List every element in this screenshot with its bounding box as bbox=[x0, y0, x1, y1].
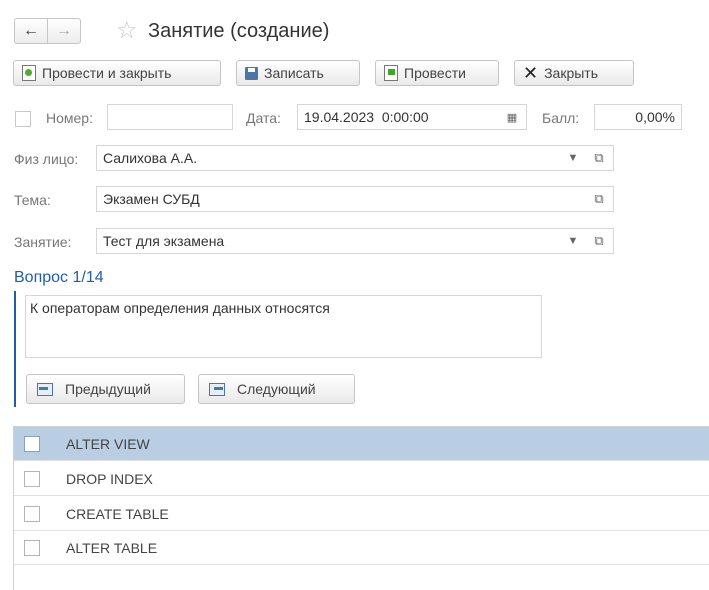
save-button[interactable]: Записать bbox=[236, 60, 360, 86]
question-text-box[interactable]: К операторам определения данных относятс… bbox=[25, 295, 542, 358]
arrow-right-box-icon bbox=[209, 382, 225, 396]
answer-row[interactable]: ALTER TABLE bbox=[14, 531, 709, 565]
previous-label: Предыдущий bbox=[65, 381, 151, 397]
arrow-right-icon: → bbox=[56, 22, 72, 39]
number-checkbox[interactable] bbox=[15, 111, 31, 127]
person-value: Салихова А.А. bbox=[103, 150, 198, 166]
answer-row[interactable]: CREATE TABLE bbox=[14, 497, 709, 531]
topic-label: Тема: bbox=[14, 192, 51, 208]
answer-row[interactable]: DROP INDEX bbox=[14, 462, 709, 496]
dropdown-arrow-icon[interactable]: ▼ bbox=[563, 146, 583, 170]
person-field[interactable]: Салихова А.А. ▼ ⧉ bbox=[96, 145, 614, 171]
calendar-icon[interactable]: ▦ bbox=[502, 105, 522, 129]
arrow-left-box-icon bbox=[37, 382, 53, 396]
open-link-icon[interactable]: ⧉ bbox=[589, 187, 609, 211]
dropdown-arrow-icon[interactable]: ▼ bbox=[563, 229, 583, 253]
topic-field[interactable]: Экзамен СУБД ⧉ bbox=[96, 186, 614, 212]
answer-text: CREATE TABLE bbox=[66, 506, 169, 522]
open-link-icon[interactable]: ⧉ bbox=[589, 146, 609, 170]
close-icon: ✕ bbox=[523, 62, 539, 83]
floppy-icon bbox=[245, 66, 258, 80]
open-link-icon[interactable]: ⧉ bbox=[589, 229, 609, 253]
answer-text: ALTER TABLE bbox=[66, 540, 158, 556]
answer-text: ALTER VIEW bbox=[66, 436, 150, 452]
date-value: 19.04.2023 0:00:00 bbox=[304, 109, 429, 125]
forward-button[interactable]: → bbox=[47, 18, 81, 44]
post-and-close-label: Провести и закрыть bbox=[42, 65, 172, 81]
post-document-icon bbox=[384, 65, 398, 81]
post-and-close-button[interactable]: Провести и закрыть bbox=[13, 60, 221, 86]
score-value: 0,00% bbox=[635, 109, 675, 125]
next-button[interactable]: Следующий bbox=[198, 374, 355, 404]
lesson-field[interactable]: Тест для экзамена ▼ ⧉ bbox=[96, 228, 614, 254]
close-button[interactable]: ✕ Закрыть bbox=[514, 60, 634, 86]
number-field[interactable] bbox=[107, 104, 233, 130]
close-label: Закрыть bbox=[544, 65, 599, 81]
number-label: Номер: bbox=[46, 110, 93, 126]
document-check-icon bbox=[22, 65, 36, 81]
answer-text: DROP INDEX bbox=[66, 471, 153, 487]
score-label: Балл: bbox=[542, 110, 580, 126]
previous-button[interactable]: Предыдущий bbox=[26, 374, 185, 404]
back-button[interactable]: ← bbox=[14, 18, 48, 44]
answer-checkbox[interactable] bbox=[24, 471, 40, 487]
lesson-value: Тест для экзамена bbox=[103, 233, 225, 249]
save-label: Записать bbox=[264, 65, 324, 81]
post-label: Провести bbox=[404, 65, 466, 81]
date-field[interactable]: 19.04.2023 0:00:00 ▦ bbox=[297, 104, 527, 130]
window-title: Занятие (создание) bbox=[148, 20, 330, 42]
topic-value: Экзамен СУБД bbox=[103, 191, 200, 207]
score-field: 0,00% bbox=[594, 104, 682, 130]
question-title: Вопрос 1/14 bbox=[14, 269, 104, 286]
person-label: Физ лицо: bbox=[14, 151, 79, 167]
date-label: Дата: bbox=[246, 110, 281, 126]
arrow-left-icon: ← bbox=[23, 22, 39, 39]
lesson-label: Занятие: bbox=[14, 234, 72, 250]
star-icon[interactable]: ☆ bbox=[116, 17, 138, 45]
question-group-border bbox=[14, 291, 16, 407]
answer-checkbox[interactable] bbox=[24, 540, 40, 556]
answer-row[interactable]: ALTER VIEW bbox=[14, 427, 709, 461]
post-button[interactable]: Провести bbox=[375, 60, 499, 86]
question-text: К операторам определения данных относятс… bbox=[30, 300, 330, 316]
answer-checkbox[interactable] bbox=[24, 506, 40, 522]
next-label: Следующий bbox=[237, 381, 316, 397]
answer-checkbox[interactable] bbox=[24, 436, 40, 452]
